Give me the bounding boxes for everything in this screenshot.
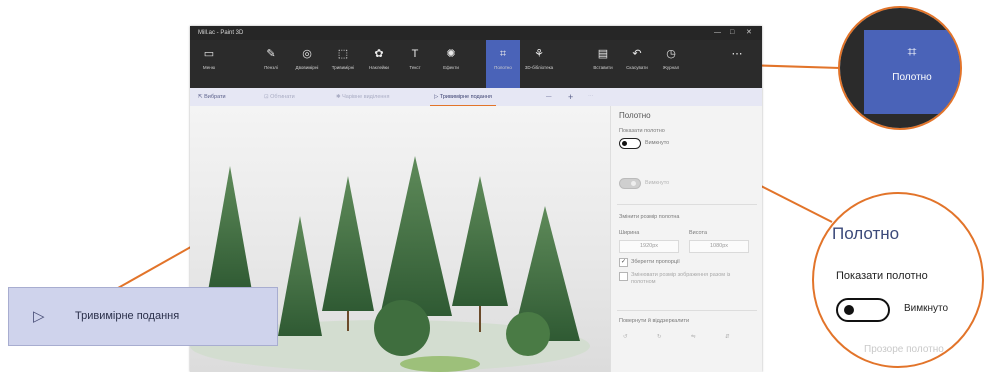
tree bbox=[208, 166, 252, 291]
keep-ratio-checkbox[interactable]: ✓ bbox=[619, 258, 628, 267]
divider bbox=[617, 310, 757, 311]
width-input[interactable]: 1920px bbox=[619, 240, 679, 253]
shapes-2d-icon: ◎ bbox=[302, 48, 312, 60]
resize-label: Змінити розмір полотна bbox=[619, 214, 680, 220]
library-icon: ⚘ bbox=[534, 48, 544, 60]
zoom-in-button[interactable]: + bbox=[568, 88, 573, 106]
stickers-icon: ✿ bbox=[374, 48, 384, 60]
rotate-left-icon[interactable]: ↺ bbox=[623, 334, 628, 340]
undo-button[interactable]: ↶ Скасувати bbox=[620, 40, 654, 88]
resize-image-checkbox[interactable] bbox=[619, 272, 628, 281]
magic-select-button[interactable]: ✱ Чарівне виділення bbox=[336, 88, 389, 106]
zoom-more-button[interactable]: ⋯ bbox=[588, 88, 594, 106]
shapes-2d-button[interactable]: ◎ Двовимірні bbox=[290, 40, 324, 88]
more-button[interactable]: ⋯ bbox=[720, 40, 754, 88]
library-3d-button[interactable]: ⚘ 3D-бібліотека bbox=[522, 40, 556, 88]
minimize-icon[interactable]: — bbox=[714, 26, 721, 40]
resize-image-label: Змінювати розмір зображення разом із пол… bbox=[631, 272, 731, 285]
history-button[interactable]: ◷ Журнал bbox=[654, 40, 688, 88]
canvas-icon: ⌗ bbox=[907, 44, 917, 61]
tree bbox=[452, 176, 508, 306]
crop-button[interactable]: ⊡ Обтинати bbox=[264, 88, 295, 106]
bush bbox=[506, 312, 550, 356]
zoom-toggle bbox=[836, 298, 890, 322]
effects-icon: ✺ bbox=[446, 48, 456, 60]
canvas-button[interactable]: ⌗ Полотно bbox=[486, 40, 520, 88]
zoom-state: Вимкнуто bbox=[904, 303, 949, 314]
zoom-partial-text: Прозоре полотно bbox=[864, 344, 944, 355]
undo-icon: ↶ bbox=[632, 48, 642, 60]
rotate-right-icon[interactable]: ↻ bbox=[657, 334, 662, 340]
view-3d-icon: ▷ bbox=[33, 308, 45, 325]
toolbar: ▭ Меню ✎ Пензлі ◎ Двовимірні ⬚ Тривимірн… bbox=[190, 40, 762, 88]
height-input[interactable]: 1080px bbox=[689, 240, 749, 253]
height-label: Висота bbox=[689, 230, 708, 236]
canvas-subbar: ⇱ Вибрати ⊡ Обтинати ✱ Чарівне виділення… bbox=[190, 88, 762, 107]
zoom-canvas-button: ⌗ Полотно bbox=[838, 6, 962, 130]
history-icon: ◷ bbox=[666, 48, 676, 60]
title-bar: Mill.ac - Paint 3D — □ ✕ bbox=[190, 26, 762, 40]
canvas-icon: ⌗ bbox=[499, 48, 507, 60]
stickers-button[interactable]: ✿ Наклейки bbox=[362, 40, 396, 88]
canvas-button-zoomed: ⌗ Полотно bbox=[864, 30, 960, 114]
tree bbox=[322, 176, 374, 311]
more-icon: ⋯ bbox=[731, 48, 743, 60]
tree bbox=[278, 216, 322, 336]
menu-button[interactable]: ▭ Меню bbox=[192, 40, 226, 88]
zoom-panel-title: Полотно bbox=[832, 224, 900, 243]
flip-horizontal-icon[interactable]: ⇋ bbox=[691, 334, 696, 340]
shapes-3d-button[interactable]: ⬚ Тривимірні bbox=[326, 40, 360, 88]
keep-ratio-label: Зберегти пропорції bbox=[631, 259, 680, 265]
callout-view-3d: ▷ Тривимірне подання bbox=[8, 287, 278, 346]
maximize-icon[interactable]: □ bbox=[730, 26, 734, 40]
show-canvas-state: Вимкнуто bbox=[645, 140, 670, 146]
divider bbox=[617, 204, 757, 205]
paste-button[interactable]: ▤ Вставити bbox=[586, 40, 620, 88]
canvas-panel: Полотно Показати полотно Вимкнуто Вимкну… bbox=[610, 106, 762, 372]
show-canvas-label: Показати полотно bbox=[619, 128, 665, 134]
select-button[interactable]: ⇱ Вибрати bbox=[198, 88, 226, 106]
width-label: Ширина bbox=[619, 230, 640, 236]
flip-vertical-icon[interactable]: ⇵ bbox=[725, 334, 730, 340]
text-button[interactable]: T Текст bbox=[398, 40, 432, 88]
show-canvas-toggle[interactable] bbox=[619, 138, 641, 149]
text-icon: T bbox=[411, 48, 419, 60]
zoom-out-button[interactable]: — bbox=[546, 88, 552, 106]
effects-button[interactable]: ✺ Ефекти bbox=[434, 40, 468, 88]
view-3d-button[interactable]: ▷ Тривимірне подання bbox=[430, 88, 496, 107]
tree bbox=[380, 156, 452, 316]
zoom-show-label: Показати полотно bbox=[836, 270, 928, 282]
zoom-show-canvas: Полотно Показати полотно Вимкнуто Прозор… bbox=[812, 192, 984, 368]
close-icon[interactable]: ✕ bbox=[746, 26, 752, 40]
transparent-canvas-toggle[interactable] bbox=[619, 178, 641, 189]
bush bbox=[374, 300, 430, 356]
folder-icon: ▭ bbox=[203, 48, 215, 60]
shapes-3d-icon: ⬚ bbox=[337, 48, 349, 60]
brushes-button[interactable]: ✎ Пензлі bbox=[254, 40, 288, 88]
paste-icon: ▤ bbox=[597, 48, 609, 60]
transparent-state: Вимкнуто bbox=[645, 180, 670, 186]
rotate-label: Повернути й віддзеркалити bbox=[619, 318, 690, 324]
brush-icon: ✎ bbox=[266, 48, 276, 60]
panel-title: Полотно bbox=[619, 111, 651, 120]
window-title: Mill.ac - Paint 3D bbox=[198, 30, 244, 36]
callout-view-3d-label: Тривимірне подання bbox=[75, 310, 180, 322]
